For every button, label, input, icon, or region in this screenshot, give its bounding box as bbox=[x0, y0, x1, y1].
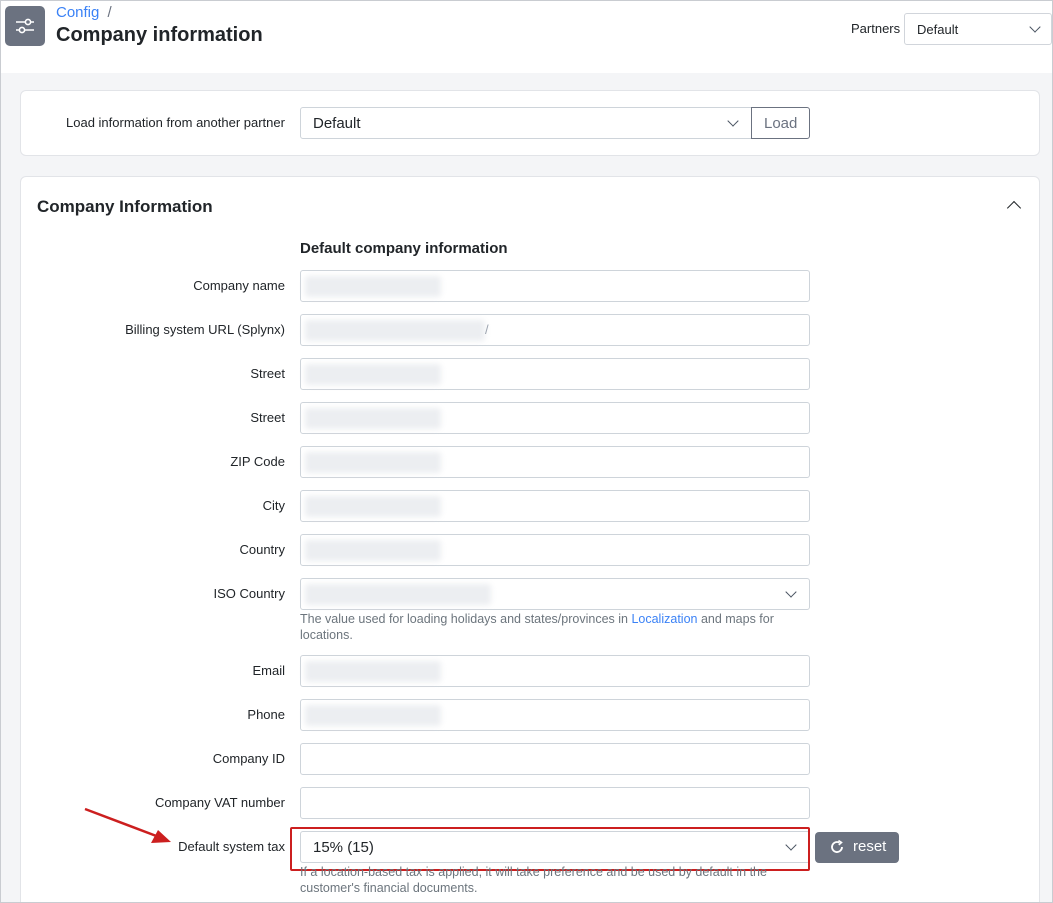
street-input[interactable] bbox=[300, 358, 810, 390]
vat-input[interactable] bbox=[300, 787, 810, 819]
reset-label: reset bbox=[853, 838, 887, 855]
redacted-value bbox=[305, 705, 441, 726]
city-label: City bbox=[262, 498, 285, 513]
partners-label: Partners bbox=[851, 21, 901, 36]
reset-icon bbox=[831, 839, 843, 853]
redacted-value bbox=[305, 496, 441, 517]
iso-country-help: The value used for loading holidays and … bbox=[300, 611, 810, 643]
section-title: Company Information bbox=[37, 197, 213, 216]
partners-select-value: Default bbox=[917, 22, 959, 37]
email-label: Email bbox=[252, 663, 285, 678]
iso-country-label: ISO Country bbox=[213, 586, 285, 601]
zip-input[interactable] bbox=[300, 446, 810, 478]
iso-country-select[interactable] bbox=[300, 578, 810, 610]
breadcrumb: Config / bbox=[56, 4, 112, 21]
load-partner-card: Load information from another partner De… bbox=[20, 90, 1040, 156]
phone-label: Phone bbox=[247, 707, 285, 722]
city-input[interactable] bbox=[300, 490, 810, 522]
load-partner-label: Load information from another partner bbox=[66, 115, 285, 130]
breadcrumb-separator: / bbox=[107, 4, 112, 21]
email-input[interactable] bbox=[300, 655, 810, 687]
tax-help: If a location-based tax is applied, it w… bbox=[300, 865, 767, 895]
page-header: Config / Company information Partners De… bbox=[1, 1, 1052, 73]
company-id-input[interactable] bbox=[300, 743, 810, 775]
redacted-value bbox=[305, 661, 441, 682]
app-window: Config / Company information Partners De… bbox=[0, 0, 1053, 903]
redacted-value bbox=[305, 320, 485, 341]
breadcrumb-config-link[interactable]: Config bbox=[56, 4, 99, 21]
street2-input[interactable] bbox=[300, 402, 810, 434]
phone-input[interactable] bbox=[300, 699, 810, 731]
company-name-input[interactable] bbox=[300, 270, 810, 302]
partners-select[interactable]: Default bbox=[904, 13, 1052, 45]
company-name-label: Company name bbox=[193, 278, 285, 293]
reset-button[interactable]: reset bbox=[815, 832, 899, 863]
redacted-value bbox=[305, 364, 441, 385]
settings-sliders-icon bbox=[5, 6, 45, 46]
redacted-value bbox=[305, 452, 441, 473]
arrow-annotation-icon bbox=[84, 807, 171, 843]
load-button[interactable]: Load bbox=[751, 107, 810, 139]
street-label: Street bbox=[250, 366, 285, 381]
billing-url-input[interactable]: / bbox=[300, 314, 810, 346]
redacted-value bbox=[305, 540, 441, 561]
chevron-down-icon bbox=[1029, 21, 1041, 33]
company-id-label: Company ID bbox=[212, 751, 285, 766]
country-label: Country bbox=[239, 542, 285, 557]
redacted-value bbox=[305, 408, 441, 429]
company-information-card: Company Information Default company info… bbox=[20, 176, 1040, 902]
chevron-down-icon bbox=[785, 586, 797, 598]
localization-link[interactable]: Localization bbox=[631, 612, 697, 626]
redacted-value bbox=[305, 276, 441, 297]
redacted-value bbox=[305, 584, 491, 605]
street2-label: Street bbox=[250, 410, 285, 425]
subsection-title: Default company information bbox=[300, 240, 508, 257]
country-input[interactable] bbox=[300, 534, 810, 566]
iso-help-text-1: The value used for loading holidays and … bbox=[300, 612, 632, 626]
chevron-down-icon bbox=[727, 115, 739, 127]
load-partner-select-value: Default bbox=[313, 115, 361, 132]
billing-url-suffix: / bbox=[485, 322, 489, 337]
load-partner-select[interactable]: Default bbox=[300, 107, 752, 139]
billing-url-label: Billing system URL (Splynx) bbox=[125, 322, 285, 337]
chevron-up-icon[interactable] bbox=[1006, 200, 1022, 216]
zip-label: ZIP Code bbox=[230, 454, 285, 469]
page-title: Company information bbox=[56, 24, 263, 46]
